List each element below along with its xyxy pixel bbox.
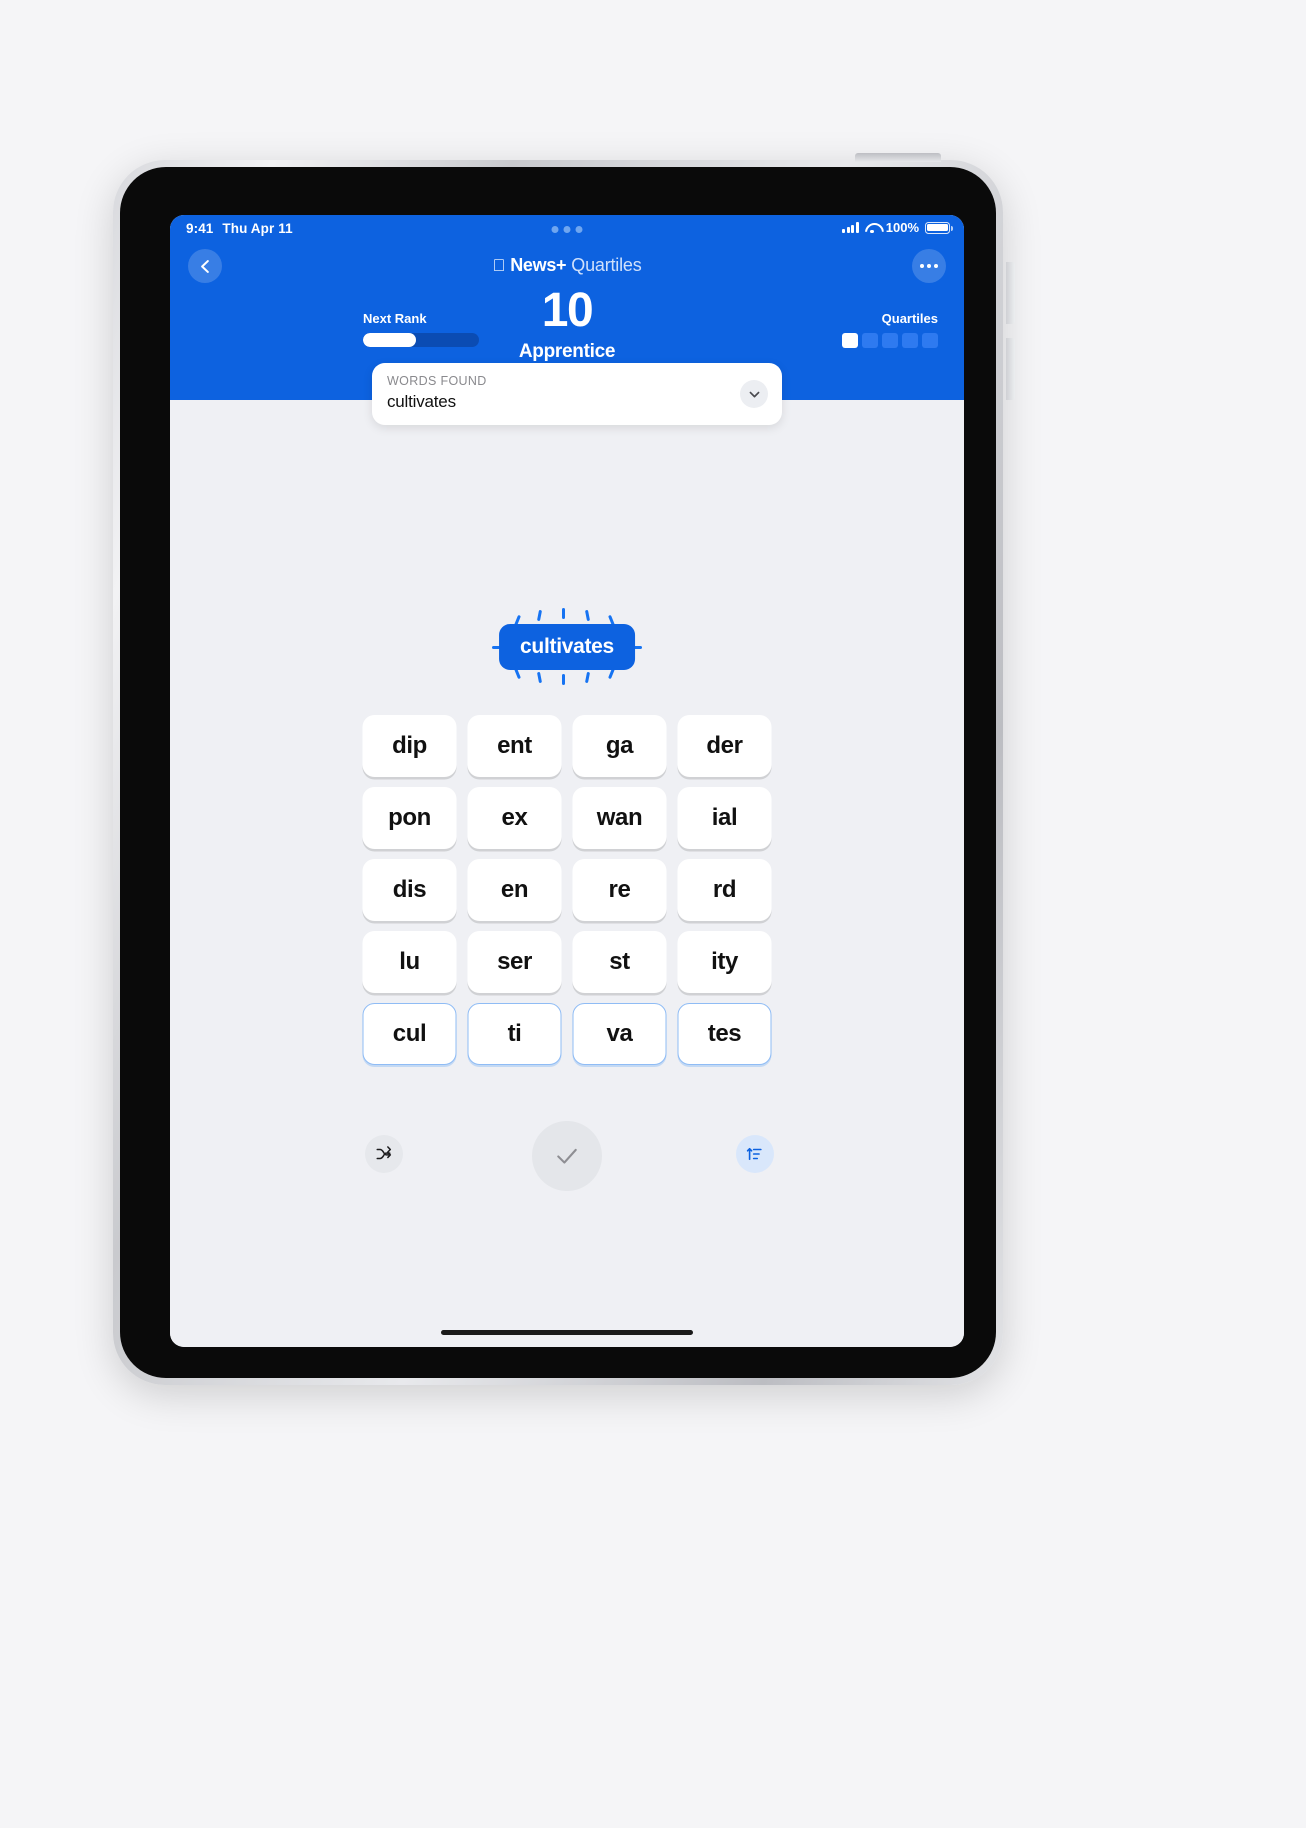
tile[interactable]: dis xyxy=(362,859,457,921)
quartiles-pips xyxy=(842,333,938,348)
quartile-pip xyxy=(842,333,858,348)
tile[interactable]: lu xyxy=(362,931,457,993)
words-found-expand-button[interactable] xyxy=(740,380,768,408)
more-options-button[interactable] xyxy=(912,249,946,283)
quartile-pip xyxy=(862,333,878,348)
back-button[interactable] xyxy=(188,249,222,283)
volume-up-button[interactable] xyxy=(1006,262,1015,324)
volume-down-button[interactable] xyxy=(1006,338,1015,400)
tile[interactable]: pon xyxy=(362,787,457,849)
next-rank-meter: Next Rank xyxy=(363,311,523,347)
shuffle-button[interactable] xyxy=(365,1135,403,1173)
quartiles-meter: Quartiles xyxy=(842,311,938,348)
tile[interactable]: st xyxy=(572,931,667,993)
tile-selected[interactable]: tes xyxy=(677,1003,772,1065)
shuffle-icon xyxy=(376,1146,392,1160)
next-rank-progress-bar xyxy=(363,333,479,347)
home-indicator[interactable] xyxy=(441,1330,693,1335)
tile-grid: dip ent ga der pon ex wan ial dis en re … xyxy=(362,715,772,1065)
sort-button[interactable] xyxy=(736,1135,774,1173)
tile[interactable]: ga xyxy=(572,715,667,777)
status-bar-left: 9:41 Thu Apr 11 xyxy=(186,221,293,236)
apple-logo-icon:  xyxy=(492,257,505,274)
status-bar-right: 100% xyxy=(842,220,953,235)
battery-full-icon xyxy=(925,221,953,234)
quartile-pip xyxy=(922,333,938,348)
status-date: Thu Apr 11 xyxy=(222,221,293,236)
tile[interactable]: der xyxy=(677,715,772,777)
ipad-screen: 9:41 Thu Apr 11 100% News+ Quartiles 10 … xyxy=(170,215,964,1347)
live-activity-dots-icon xyxy=(551,226,583,233)
power-button[interactable] xyxy=(855,153,941,162)
found-word-celebration: cultivates xyxy=(482,608,652,686)
screenshot-stage: 9:41 Thu Apr 11 100% News+ Quartiles 10 … xyxy=(0,0,1306,1828)
tile[interactable]: ex xyxy=(467,787,562,849)
chevron-down-icon xyxy=(749,391,759,397)
tile-selected[interactable]: ti xyxy=(467,1003,562,1065)
news-plus-label: News+ xyxy=(503,255,566,275)
tile[interactable]: ial xyxy=(677,787,772,849)
score-value: 10 xyxy=(541,284,594,337)
nav-row:  News+ Quartiles xyxy=(170,245,964,289)
tile[interactable]: ent xyxy=(467,715,562,777)
game-body: cultivates dip ent ga der pon ex wan ial… xyxy=(170,400,964,1347)
app-brand:  News+ Quartiles xyxy=(492,255,641,276)
tile[interactable]: wan xyxy=(572,787,667,849)
submit-button[interactable] xyxy=(532,1121,602,1191)
quartiles-label: Quartiles xyxy=(881,311,938,326)
checkmark-icon xyxy=(557,1148,577,1164)
tile[interactable]: ser xyxy=(467,931,562,993)
quartile-pip xyxy=(882,333,898,348)
tile-selected[interactable]: va xyxy=(572,1003,667,1065)
game-controls xyxy=(170,1121,964,1197)
chevron-left-icon xyxy=(200,259,209,273)
tile[interactable]: dip xyxy=(362,715,457,777)
ellipsis-icon xyxy=(920,264,924,268)
tile[interactable]: re xyxy=(572,859,667,921)
rank-label: Apprentice xyxy=(518,341,616,362)
words-found-card[interactable]: WORDS FOUND cultivates xyxy=(372,363,782,425)
ipad-device-frame: 9:41 Thu Apr 11 100% News+ Quartiles 10 … xyxy=(113,153,1015,1385)
status-bar: 9:41 Thu Apr 11 100% xyxy=(170,215,964,245)
next-rank-label: Next Rank xyxy=(363,311,427,326)
wifi-icon xyxy=(865,222,880,234)
tile-selected[interactable]: cul xyxy=(362,1003,457,1065)
status-time: 9:41 xyxy=(186,221,214,236)
battery-percent-label: 100% xyxy=(885,220,919,235)
sort-list-icon xyxy=(746,1147,762,1161)
words-found-latest: cultivates xyxy=(387,392,456,411)
found-word-pill: cultivates xyxy=(499,624,635,670)
app-title: Quartiles xyxy=(564,255,641,275)
ipad-bezel: 9:41 Thu Apr 11 100% News+ Quartiles 10 … xyxy=(120,167,996,1378)
tile[interactable]: ity xyxy=(677,931,772,993)
words-found-label: WORDS FOUND xyxy=(387,374,487,388)
tile[interactable]: rd xyxy=(677,859,772,921)
tile[interactable]: en xyxy=(467,859,562,921)
quartile-pip xyxy=(902,333,918,348)
cellular-signal-icon xyxy=(842,222,859,233)
